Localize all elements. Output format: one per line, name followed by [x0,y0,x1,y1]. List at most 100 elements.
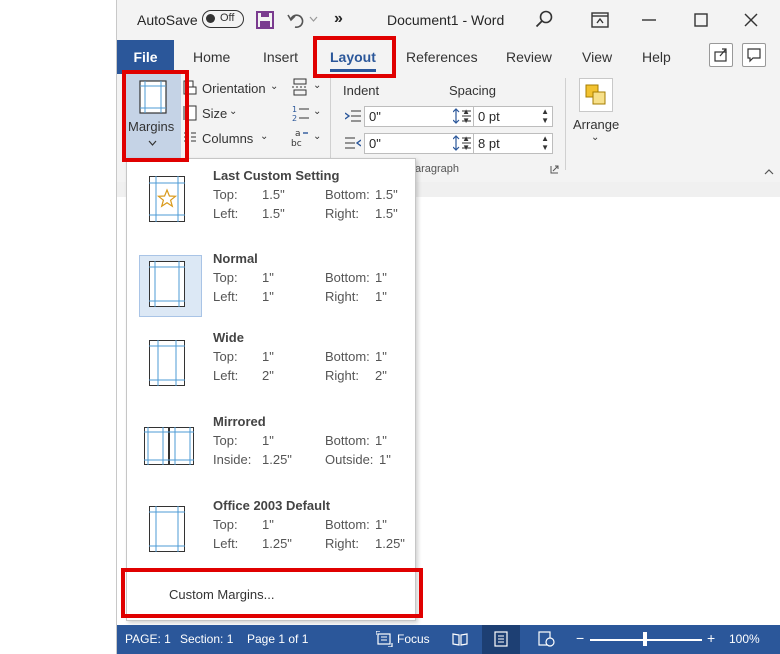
comment-icon [747,48,761,63]
tab-home[interactable]: Home [193,49,230,65]
hyphenation-icon[interactable]: a bc [291,128,311,148]
custom-margins-highlight [121,568,423,618]
option-value: 1" [379,452,391,467]
orientation-button[interactable]: Orientation [202,81,266,96]
zoom-in-button[interactable]: + [707,630,715,646]
svg-text:1: 1 [292,105,297,114]
zoom-out-button[interactable]: − [576,630,584,646]
autosave-toggle[interactable]: Off [202,10,244,28]
indent-label: Indent [343,83,380,98]
spacing-before-spinner-icon[interactable]: ▲ ▼ [541,107,549,125]
option-value: 1.5" [262,206,285,221]
undo-icon[interactable] [287,11,307,29]
option-label: Bottom: [325,517,370,532]
option-name: Office 2003 Default [213,498,331,513]
option-value: 1.25" [375,536,405,551]
maximize-icon[interactable] [694,13,708,27]
indent-left-icon [345,110,361,122]
option-value: 1" [262,433,274,448]
option-value: 2" [262,368,274,383]
option-value: 1" [262,517,274,532]
more-commands-icon[interactable]: » [334,10,343,28]
option-value: 1" [375,433,387,448]
svg-text:bc: bc [291,139,302,148]
option-label: Bottom: [325,433,370,448]
option-name: Normal [213,251,258,266]
tab-file[interactable]: File [117,40,174,74]
read-mode-icon[interactable] [452,632,468,646]
comments-button[interactable] [742,43,766,67]
arrange-button[interactable] [579,78,613,112]
undo-dropdown-icon[interactable] [309,16,318,22]
office-2003-margins-icon [149,506,185,552]
margin-option-office-2003[interactable]: Office 2003 Default Top: 1" Bottom: 1" L… [127,498,417,578]
svg-text:a: a [295,129,301,139]
section-indicator[interactable]: Section: 1 [180,632,233,646]
option-label: Inside: [213,452,252,467]
collapse-ribbon-icon[interactable] [764,168,774,175]
option-value: 1.25" [262,536,292,551]
margin-option-mirrored[interactable]: Mirrored Top: 1" Bottom: 1" Inside: 1.25… [127,414,417,494]
autosave-state: Off [220,12,235,24]
page-count[interactable]: Page 1 of 1 [247,632,308,646]
autosave-label: AutoSave [137,12,198,28]
size-button[interactable]: Size [202,106,227,121]
mirrored-margins-icon [144,427,194,465]
option-name: Mirrored [213,414,266,429]
tab-references[interactable]: References [406,49,478,65]
option-label: Right: [325,536,359,551]
spacing-before-input[interactable]: 0 pt ▲ ▼ [473,106,553,127]
focus-button[interactable]: Focus [397,632,430,646]
option-label: Left: [213,536,239,551]
option-value: 1" [375,349,387,364]
svg-text:2: 2 [292,114,297,122]
option-label: Bottom: [325,349,370,364]
tab-insert[interactable]: Insert [263,49,298,65]
spacing-after-input[interactable]: 8 pt ▲ ▼ [473,133,553,154]
spacing-after-icon [453,135,471,151]
spacing-after-spinner-icon[interactable]: ▲ ▼ [541,134,549,152]
option-label: Bottom: [325,270,370,285]
tab-review[interactable]: Review [506,49,552,65]
columns-button[interactable]: Columns [202,131,253,146]
ribbon-display-options-icon[interactable] [591,12,609,28]
line-numbers-icon[interactable]: 1 2 [291,104,311,122]
paragraph-dialog-launcher-icon[interactable] [550,165,559,174]
document-title: Document1 - Word [387,12,505,28]
option-value: 2" [375,368,387,383]
paragraph-group-label: aragraph [415,163,460,175]
option-label: Left: [213,206,239,221]
save-icon[interactable] [256,11,274,29]
size-chevron-icon: ⌄ [229,106,238,117]
share-button[interactable] [709,43,733,67]
layout-tab-highlight [313,36,396,78]
tab-view[interactable]: View [582,49,612,65]
breaks-chevron-icon: ⌄ [313,80,322,91]
close-icon[interactable] [744,13,758,27]
option-label: Right: [325,206,359,221]
arrange-label: Arrange [573,117,620,132]
option-label: Bottom: [325,187,370,202]
tab-help[interactable]: Help [642,49,671,65]
option-name: Last Custom Setting [213,168,340,183]
indent-right-icon [345,137,361,149]
margin-option-normal[interactable]: Normal Top: 1" Bottom: 1" Left: 1" Right… [127,251,417,331]
word-window: AutoSave Off » Document1 - Word File Hom… [117,0,780,654]
breaks-icon[interactable] [291,78,311,96]
group-separator [330,78,331,170]
zoom-slider-handle[interactable] [643,632,647,646]
page-indicator[interactable]: PAGE: 1 [125,632,171,646]
ribbon-tabs: File Home Insert Layout References Revie… [117,40,780,74]
search-icon[interactable] [535,10,553,28]
normal-margins-icon [149,261,185,307]
option-value: 1" [262,349,274,364]
hyphenation-chevron-icon: ⌄ [313,131,322,142]
minimize-icon[interactable] [642,19,656,22]
print-layout-button[interactable] [482,625,520,654]
option-label: Right: [325,368,359,383]
zoom-level[interactable]: 100% [729,632,760,646]
web-layout-icon[interactable] [538,631,556,647]
margin-option-wide[interactable]: Wide Top: 1" Bottom: 1" Left: 2" Right: … [127,330,417,410]
margin-option-last-custom[interactable]: Last Custom Setting Top: 1.5" Bottom: 1.… [127,168,417,248]
option-value: 1" [375,517,387,532]
